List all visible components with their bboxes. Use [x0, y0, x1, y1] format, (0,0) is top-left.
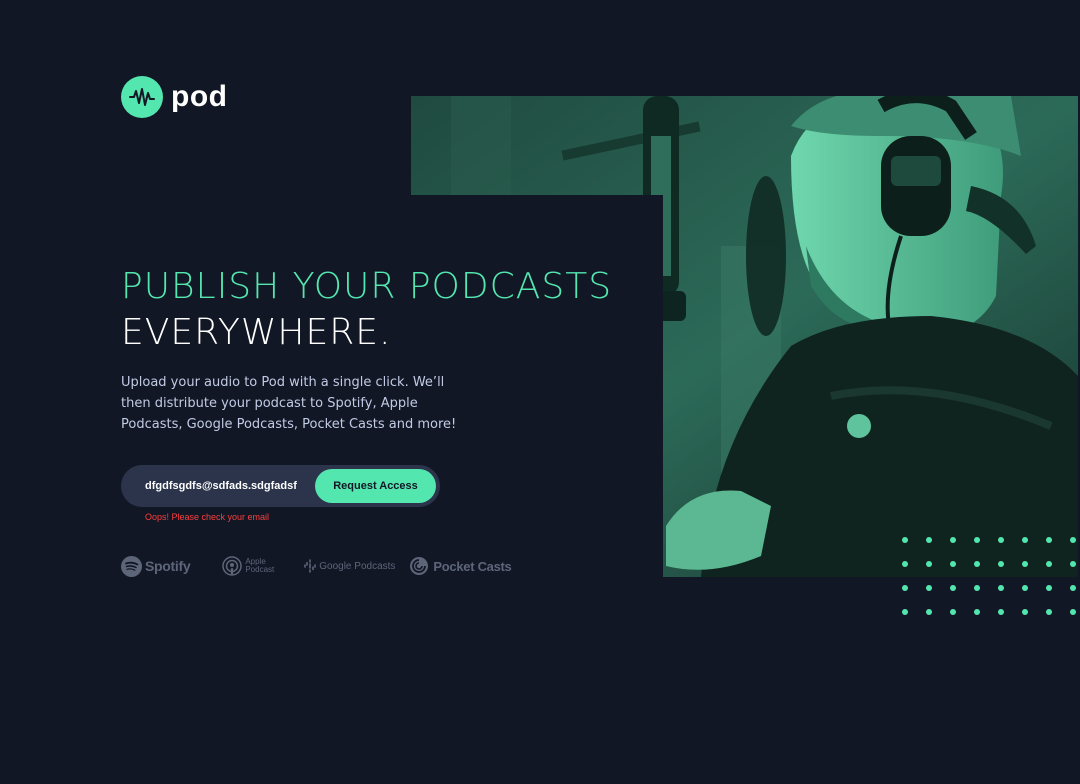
- pattern-dot: [1046, 561, 1052, 567]
- apple-podcast-icon: [222, 555, 243, 576]
- google-podcasts-label: Google Podcasts: [319, 560, 396, 572]
- apple-podcast-logo: Apple Podcast: [222, 555, 274, 577]
- spotify-label: Spotify: [145, 558, 191, 574]
- pocket-casts-logo: Pocket Casts: [409, 556, 512, 576]
- platform-logos: Spotify Apple Podcast Google Podcasts Po…: [121, 554, 512, 578]
- pattern-dot: [998, 561, 1004, 567]
- pattern-dot: [998, 609, 1004, 615]
- pattern-dot: [1022, 585, 1028, 591]
- pocket-casts-label: Pocket Casts: [433, 558, 512, 574]
- pattern-dot: [974, 609, 980, 615]
- pattern-dot: [1022, 561, 1028, 567]
- pattern-dot: [926, 561, 932, 567]
- pattern-dot: [950, 537, 956, 543]
- pattern-dot: [926, 537, 932, 543]
- pattern-dot: [902, 585, 908, 591]
- pattern-dot: [1070, 585, 1076, 591]
- pattern-dot: [1046, 537, 1052, 543]
- pattern-dot: [974, 561, 980, 567]
- request-access-button[interactable]: Request Access: [315, 469, 436, 503]
- pattern-dot: [902, 561, 908, 567]
- pattern-dot: [974, 585, 980, 591]
- email-input[interactable]: [121, 465, 315, 507]
- pattern-dot: [902, 609, 908, 615]
- early-access-form: Request Access: [121, 465, 440, 507]
- pattern-dot: [902, 537, 908, 543]
- pattern-dot: [974, 537, 980, 543]
- google-podcasts-icon: [304, 559, 317, 573]
- pattern-dot: [1046, 609, 1052, 615]
- spotify-logo: Spotify: [121, 555, 191, 577]
- brand-logo[interactable]: pod: [121, 76, 227, 118]
- pocket-casts-icon: [410, 557, 429, 575]
- pattern-dot: [1070, 537, 1076, 543]
- pattern-dot: [1046, 585, 1052, 591]
- waveform-icon: [121, 76, 163, 118]
- apple-podcast-label: Apple Podcast: [245, 558, 274, 574]
- apple-label-line2: Podcast: [245, 565, 275, 574]
- brand-name: pod: [171, 80, 228, 113]
- dot-pattern: [902, 537, 1080, 633]
- pattern-dot: [998, 537, 1004, 543]
- pattern-dot: [1070, 609, 1076, 615]
- headline-accent: PUBLISH YOUR PODCASTS: [121, 266, 613, 307]
- hero-description: Upload your audio to Pod with a single c…: [121, 375, 457, 432]
- pattern-dot: [926, 585, 932, 591]
- pattern-dot: [1070, 561, 1076, 567]
- email-error-message: Oops! Please check your email: [145, 512, 270, 522]
- pattern-dot: [926, 609, 932, 615]
- page-title: PUBLISH YOUR PODCASTS EVERYWHERE.: [121, 264, 612, 356]
- google-podcasts-logo: Google Podcasts: [304, 559, 395, 573]
- pattern-dot: [1022, 609, 1028, 615]
- pattern-dot: [950, 585, 956, 591]
- headline-plain: EVERYWHERE.: [121, 312, 392, 353]
- pattern-dot: [1022, 537, 1028, 543]
- pattern-dot: [998, 585, 1004, 591]
- spotify-icon: [121, 555, 142, 577]
- pattern-dot: [950, 609, 956, 615]
- pattern-dot: [950, 561, 956, 567]
